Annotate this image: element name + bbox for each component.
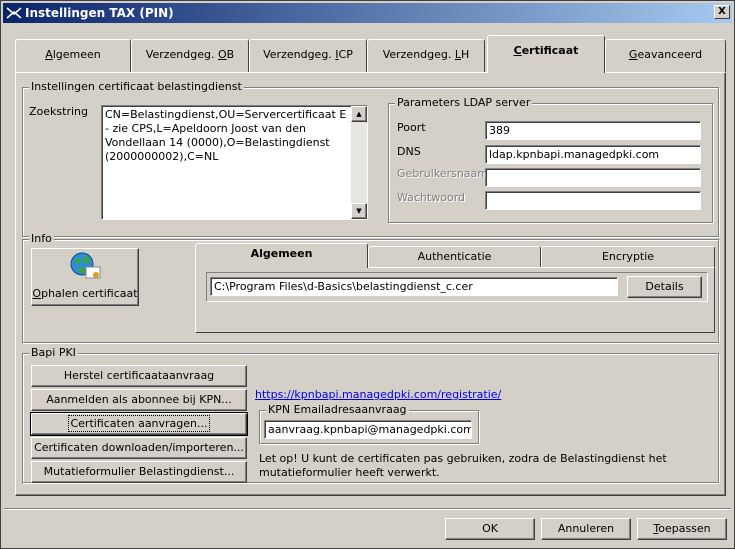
note-text: Let op! U kunt de certificaten pas gebru… xyxy=(259,452,667,479)
port-label: Poort xyxy=(397,121,426,134)
info-group: Info Ophalen certificaat Algemeen Authen… xyxy=(22,232,719,343)
tab-certificaat[interactable]: Certificaat xyxy=(487,35,605,73)
certificate-path-input[interactable]: C:\Program Files\d-Basics\belastingdiens… xyxy=(210,277,618,296)
tab-label: lgemeen xyxy=(52,48,101,61)
cert-settings-group: Instellingen certificaat belastingdienst… xyxy=(22,80,719,237)
search-label: Zoekstring xyxy=(29,105,88,118)
apply-label-part: oepassen xyxy=(658,522,711,535)
registration-link[interactable]: https://kpnbapi.managedpki.com/registrat… xyxy=(255,388,501,402)
tab-label: H xyxy=(461,48,470,61)
cancel-button[interactable]: Annuleren xyxy=(541,518,631,540)
tab-label: ertificaat xyxy=(521,44,579,57)
tab-label: Verzendgeg. xyxy=(263,48,336,61)
tab-verzendgeg-ob[interactable]: Verzendgeg. OB xyxy=(131,39,249,72)
bapi-pki-group: Bapi PKI Herstel certificaataanvraag Aan… xyxy=(22,346,719,483)
cert-settings-title: Instellingen certificaat belastingdienst xyxy=(29,80,244,94)
close-icon: X xyxy=(718,6,726,17)
title-bar[interactable]: Instellingen TAX (PIN) X xyxy=(3,3,732,23)
scroll-down-button[interactable]: ▼ xyxy=(351,203,367,219)
request-certificates-button[interactable]: Certificaten aanvragen... xyxy=(30,412,248,436)
fetch-certificate-label: Ophalen certificaat xyxy=(32,287,138,301)
fetch-label-part: O xyxy=(32,287,42,300)
restore-request-button[interactable]: Herstel certificaataanvraag xyxy=(31,365,247,387)
scrollbar[interactable]: ▲ ▼ xyxy=(351,106,367,219)
close-button[interactable]: X xyxy=(714,5,730,19)
dns-input[interactable]: ldap.kpnbapi.managedpki.com xyxy=(485,145,701,164)
certificate-globe-icon xyxy=(70,252,101,279)
inner-tab-encryptie[interactable]: Encryptie xyxy=(541,246,715,268)
tab-label: A xyxy=(45,48,53,61)
tab-label: Verzendgeg. xyxy=(382,48,455,61)
ldap-group: Parameters LDAP server Poort 389 DNS lda… xyxy=(388,96,713,223)
download-import-button[interactable]: Certificaten downloaden/importeren... xyxy=(31,437,247,459)
ldap-title: Parameters LDAP server xyxy=(395,96,533,110)
arrow-down-icon: ▼ xyxy=(356,207,362,215)
password-input[interactable] xyxy=(485,191,701,210)
arrow-up-icon: ▲ xyxy=(356,110,362,118)
tab-label: C xyxy=(513,44,522,57)
path-frame: C:\Program Files\d-Basics\belastingdiens… xyxy=(206,272,708,302)
window-title: Instellingen TAX (PIN) xyxy=(25,6,174,20)
info-title: Info xyxy=(29,232,54,246)
app-icon xyxy=(6,7,22,19)
inner-tab-panel: C:\Program Files\d-Basics\belastingdiens… xyxy=(195,267,715,333)
tab-geavanceerd[interactable]: Geavanceerd xyxy=(605,39,726,72)
scroll-up-button[interactable]: ▲ xyxy=(351,106,367,122)
footer-separator xyxy=(4,508,731,510)
tab-label: eavanceerd xyxy=(637,48,703,61)
email-request-title: KPN Emailadresaanvraag xyxy=(266,403,409,417)
details-button[interactable]: Details xyxy=(627,276,702,298)
tab-label: CP xyxy=(338,48,353,61)
email-request-group: KPN Emailadresaanvraag aanvraag.kpnbapi@… xyxy=(259,403,479,444)
tab-label: B xyxy=(226,48,235,61)
port-input[interactable]: 389 xyxy=(485,121,701,140)
search-textarea[interactable]: CN=Belastingdienst,OU=Servercertificaat … xyxy=(101,105,368,220)
subscribe-kpn-button[interactable]: Aanmelden als abonnee bij KPN... xyxy=(31,389,247,411)
bapi-title: Bapi PKI xyxy=(29,346,78,360)
password-label: Wachtwoord xyxy=(397,191,466,204)
search-text: CN=Belastingdienst,OU=Servercertificaat … xyxy=(105,108,347,163)
username-input[interactable] xyxy=(485,168,701,187)
tab-label: Verzendgeg. xyxy=(145,48,218,61)
ok-button[interactable]: OK xyxy=(445,518,535,540)
apply-button[interactable]: Toepassen xyxy=(637,518,727,540)
tab-verzendgeg-lh[interactable]: Verzendgeg. LH xyxy=(367,39,485,72)
email-input[interactable]: aanvraag.kpnbapi@managedpki.com xyxy=(264,420,472,439)
request-certificates-label: Certificaten aanvragen... xyxy=(68,415,210,432)
inner-tab-authenticatie[interactable]: Authenticatie xyxy=(368,246,541,268)
fetch-certificate-button[interactable]: Ophalen certificaat xyxy=(31,248,139,306)
inner-tab-algemeen[interactable]: Algemeen xyxy=(195,243,368,268)
dialog-window: Instellingen TAX (PIN) X Algemeen Verzen… xyxy=(0,0,735,549)
fetch-label-part: phalen certificaat xyxy=(41,287,138,300)
tab-verzendgeg-icp[interactable]: Verzendgeg. ICP xyxy=(249,39,367,72)
username-label: Gebruikersnaam xyxy=(397,167,488,180)
dns-label: DNS xyxy=(397,145,421,158)
tab-label: O xyxy=(217,48,227,61)
tab-panel-certificaat: Instellingen certificaat belastingdienst… xyxy=(15,72,726,496)
tab-algemeen[interactable]: Algemeen xyxy=(15,39,131,72)
mutation-form-button[interactable]: Mutatieformulier Belastingdienst... xyxy=(31,461,247,483)
